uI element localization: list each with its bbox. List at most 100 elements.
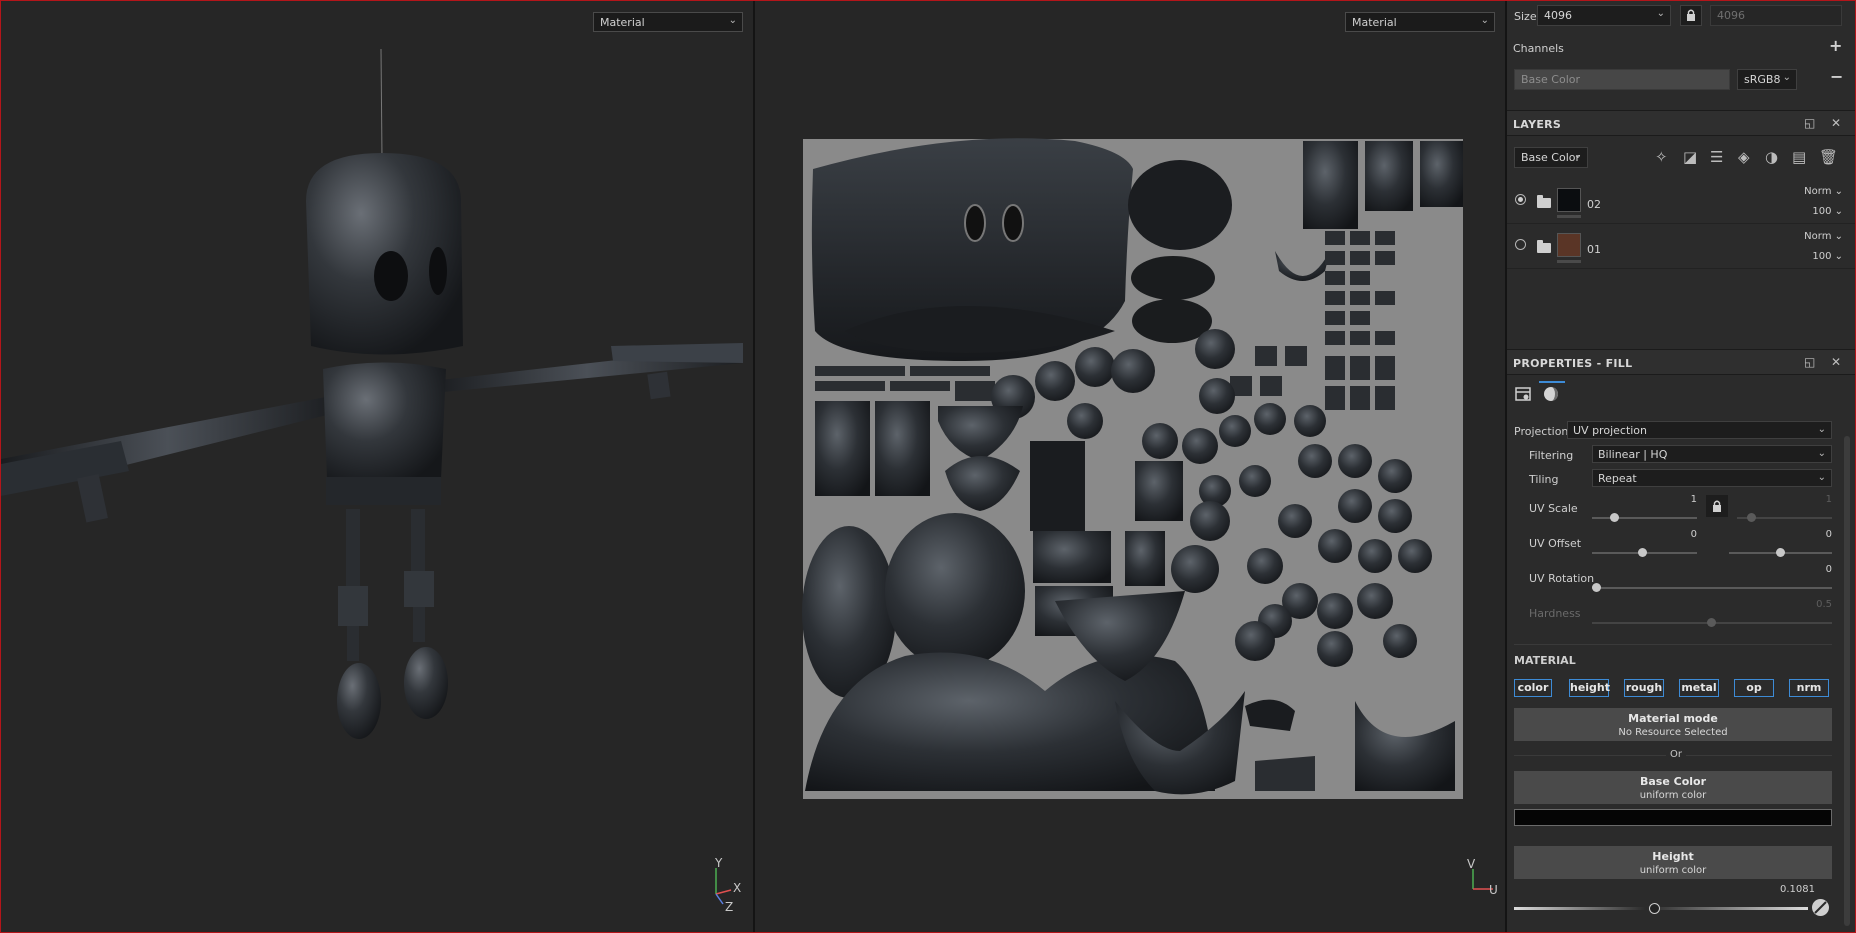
layer-row[interactable]: 02 Norm ⌄ 100 ⌄	[1507, 180, 1855, 224]
base-color-slot[interactable]: Base Color uniform color	[1514, 771, 1832, 804]
height-color-picker[interactable]	[1812, 899, 1829, 916]
uv-offset-u-value[interactable]: 0	[1647, 529, 1697, 540]
viewport-mode-select-3d[interactable]: Material ⌄	[593, 12, 743, 32]
tiling-select[interactable]: Repeat ⌄	[1592, 469, 1832, 487]
uv-rotation-value[interactable]: 0	[1787, 564, 1832, 575]
or-label: Or	[1666, 749, 1686, 760]
divider	[1514, 644, 1832, 645]
uv-scale-knob-2	[1747, 513, 1756, 522]
axis-z-label: Z	[725, 900, 734, 914]
tab-material[interactable]	[1539, 381, 1565, 407]
uv-scale-knob[interactable]	[1610, 513, 1619, 522]
filtering-select[interactable]: Bilinear | HQ ⌄	[1592, 445, 1832, 463]
filtering-value: Bilinear | HQ	[1598, 448, 1668, 461]
uv-texture-render	[802, 138, 1463, 799]
base-color-subtitle: uniform color	[1639, 790, 1707, 801]
chevron-down-icon: ⌄	[728, 15, 737, 26]
material-sphere-icon	[1544, 387, 1558, 401]
viewport-3d[interactable]: Material ⌄ Y X Z	[1, 1, 753, 932]
add-folder-icon[interactable]: ▤	[1792, 148, 1806, 166]
projection-label: Projection	[1514, 425, 1569, 438]
add-smart-material-icon[interactable]: ◑	[1765, 148, 1778, 166]
layer-channel-select[interactable]: Base Color ⌄	[1514, 147, 1588, 168]
channel-format: sRGB8	[1744, 73, 1781, 86]
folder-icon	[1537, 195, 1551, 208]
height-slot[interactable]: Height uniform color	[1514, 846, 1832, 879]
height-slider[interactable]	[1514, 907, 1808, 910]
float-panel-icon[interactable]: ◱	[1804, 116, 1815, 130]
axis-x-label: X	[733, 881, 742, 895]
add-fill-layer-icon[interactable]: ◈	[1738, 148, 1750, 166]
uv-rotation-knob[interactable]	[1592, 583, 1601, 592]
close-icon[interactable]: ✕	[1831, 116, 1841, 130]
settings-panel-icon	[1515, 387, 1531, 401]
axis-u-label: U	[1489, 883, 1498, 897]
material-channel-height-button[interactable]: height	[1569, 679, 1610, 697]
picker-icon	[1814, 901, 1827, 914]
layers-title: LAYERS	[1513, 118, 1562, 131]
layer-visibility-toggle[interactable]	[1515, 194, 1526, 205]
effects-wand-icon[interactable]: ✧	[1655, 148, 1668, 166]
layer-opacity[interactable]: 100 ⌄	[1812, 251, 1843, 262]
material-channel-op-button[interactable]: op	[1734, 679, 1774, 697]
uv-scale-lock-button[interactable]	[1706, 495, 1728, 517]
layer-thumbnail	[1557, 233, 1581, 257]
layer-channel-value: Base Color	[1521, 151, 1581, 164]
height-title: Height	[1652, 850, 1694, 863]
size-select[interactable]: 4096 ⌄	[1537, 5, 1671, 26]
close-icon[interactable]: ✕	[1831, 355, 1841, 369]
lock-icon	[1713, 500, 1721, 512]
layer-visibility-toggle[interactable]	[1515, 239, 1526, 250]
chevron-down-icon: ⌄	[1573, 150, 1582, 161]
layer-blend-mode[interactable]: Norm ⌄	[1804, 186, 1843, 197]
chevron-down-icon: ⌄	[1782, 72, 1791, 83]
layer-mask-bar	[1557, 260, 1581, 263]
uv-offset-label: UV Offset	[1529, 537, 1582, 550]
add-layer-icon[interactable]: ☰	[1710, 148, 1723, 166]
height-value[interactable]: 0.1081	[1767, 884, 1815, 895]
channel-name-field[interactable]: Base Color	[1514, 69, 1730, 90]
material-mode-subtitle: No Resource Selected	[1618, 727, 1728, 738]
material-channel-nrm-button[interactable]: nrm	[1789, 679, 1829, 697]
add-channel-button[interactable]: +	[1829, 36, 1842, 55]
size-lock-button[interactable]	[1680, 5, 1702, 26]
base-color-swatch[interactable]	[1514, 809, 1832, 826]
viewport-2d[interactable]: Material ⌄ V U	[755, 1, 1505, 932]
material-mode-title: Material mode	[1628, 712, 1718, 725]
remove-channel-button[interactable]: −	[1830, 67, 1843, 86]
uv-offset-v-knob[interactable]	[1776, 548, 1785, 557]
layer-row[interactable]: 01 Norm ⌄ 100 ⌄	[1507, 225, 1855, 269]
uv-offset-v-value[interactable]: 0	[1787, 529, 1832, 540]
height-knob[interactable]	[1649, 903, 1660, 914]
tiling-value: Repeat	[1598, 472, 1637, 485]
uv-scale-slider[interactable]	[1592, 517, 1697, 519]
axis-y-label: Y	[715, 856, 723, 870]
material-mode-slot[interactable]: Material mode No Resource Selected	[1514, 708, 1832, 741]
projection-select[interactable]: UV projection ⌄	[1567, 421, 1832, 439]
add-mask-icon[interactable]: ◪	[1683, 148, 1697, 166]
axis-v-label: V	[1467, 857, 1476, 871]
viewport-mode-select-2d[interactable]: Material ⌄	[1345, 12, 1495, 32]
robot-model-render	[1, 48, 743, 739]
material-channel-color-button[interactable]: color	[1514, 679, 1552, 697]
chevron-down-icon: ⌄	[1656, 8, 1665, 19]
channel-format-select[interactable]: sRGB8 ⌄	[1737, 69, 1797, 90]
layer-opacity[interactable]: 100 ⌄	[1812, 206, 1843, 217]
layer-name: 02	[1587, 198, 1601, 211]
chevron-down-icon: ⌄	[1817, 472, 1826, 483]
height-subtitle: uniform color	[1639, 865, 1707, 876]
tab-fill-settings[interactable]	[1512, 383, 1538, 409]
size-linked-value: 4096	[1717, 9, 1745, 22]
layer-name: 01	[1587, 243, 1601, 256]
chevron-down-icon: ⌄	[1817, 424, 1826, 435]
properties-scrollbar[interactable]	[1844, 436, 1850, 926]
size-label: Size	[1514, 10, 1537, 23]
uv-offset-u-knob[interactable]	[1638, 548, 1647, 557]
uv-scale-value[interactable]: 1	[1647, 494, 1697, 505]
material-channel-rough-button[interactable]: rough	[1624, 679, 1664, 697]
material-channel-metal-button[interactable]: metal	[1679, 679, 1719, 697]
delete-layer-icon[interactable]: 🗑	[1819, 148, 1838, 166]
float-panel-icon[interactable]: ◱	[1804, 355, 1815, 369]
layer-blend-mode[interactable]: Norm ⌄	[1804, 231, 1843, 242]
uv-rotation-slider[interactable]	[1592, 587, 1832, 589]
